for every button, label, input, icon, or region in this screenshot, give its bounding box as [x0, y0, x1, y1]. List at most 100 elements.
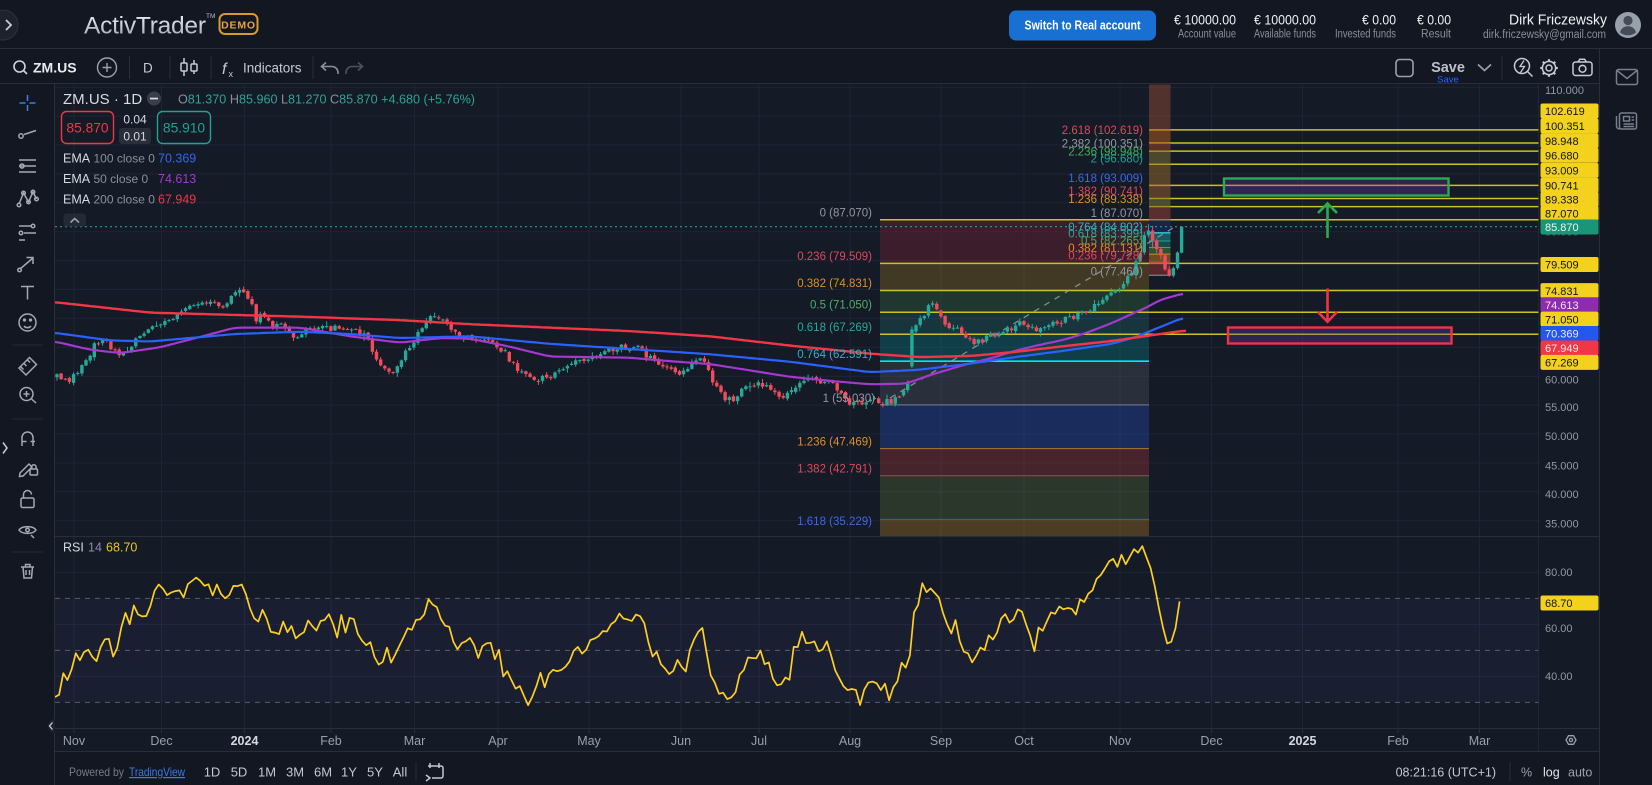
- svg-text:1D: 1D: [204, 765, 221, 780]
- svg-text:€ 0.00: € 0.00: [1362, 12, 1396, 28]
- svg-text:€ 10000.00: € 10000.00: [1174, 12, 1236, 28]
- svg-text:2.618 (102.619): 2.618 (102.619): [1062, 125, 1143, 137]
- svg-text:98.948: 98.948: [1545, 136, 1579, 148]
- svg-text:87.070: 87.070: [1545, 209, 1579, 221]
- svg-text:0.764 (62.591): 0.764 (62.591): [797, 349, 872, 361]
- svg-text:55.000: 55.000: [1545, 402, 1579, 414]
- svg-text:log: log: [1543, 766, 1560, 780]
- svg-text:Oct: Oct: [1014, 734, 1034, 748]
- svg-text:ActivTrader: ActivTrader: [84, 13, 206, 40]
- svg-text:79.509: 79.509: [1545, 260, 1579, 272]
- svg-text:0.382 (74.831): 0.382 (74.831): [797, 278, 872, 290]
- svg-text:08:21:16 (UTC+1): 08:21:16 (UTC+1): [1396, 766, 1496, 780]
- svg-text:Switch to Real account: Switch to Real account: [1025, 18, 1142, 33]
- svg-text:Sep: Sep: [930, 734, 952, 748]
- svg-text:1.618 (93.009): 1.618 (93.009): [1068, 173, 1143, 185]
- svg-text:O81.370 H85.960 L81.270 C85.87: O81.370 H85.960 L81.270 C85.870 +4.680 (…: [178, 93, 475, 107]
- svg-text:dirk.friczewsky@gmail.com: dirk.friczewsky@gmail.com: [1483, 29, 1606, 41]
- svg-text:1.618 (35.229): 1.618 (35.229): [797, 516, 872, 528]
- svg-text:Result: Result: [1421, 29, 1452, 41]
- svg-text:60.00: 60.00: [1545, 623, 1573, 635]
- svg-text:€ 0.00: € 0.00: [1417, 12, 1451, 28]
- svg-text:0.236 (79.509): 0.236 (79.509): [797, 251, 872, 263]
- svg-text:50.000: 50.000: [1545, 431, 1579, 443]
- svg-text:200 close 0: 200 close 0: [94, 193, 156, 207]
- svg-text:Account value: Account value: [1178, 29, 1236, 41]
- svg-text:14: 14: [88, 541, 102, 555]
- svg-text:1.236 (89.338): 1.236 (89.338): [1068, 194, 1143, 206]
- svg-text:Available funds: Available funds: [1254, 29, 1316, 41]
- svg-text:80.00: 80.00: [1545, 567, 1573, 579]
- svg-text:ZM.US · 1D: ZM.US · 1D: [63, 91, 142, 108]
- svg-text:90.741: 90.741: [1545, 181, 1579, 193]
- svg-text:May: May: [577, 734, 601, 748]
- svg-text:0 (77.460): 0 (77.460): [1091, 267, 1144, 279]
- svg-text:Dec: Dec: [150, 734, 172, 748]
- svg-text:TradingView: TradingView: [129, 765, 185, 779]
- svg-text:3M: 3M: [286, 765, 304, 780]
- svg-text:Invested funds: Invested funds: [1335, 29, 1396, 41]
- svg-text:1.382 (42.791): 1.382 (42.791): [797, 464, 872, 476]
- svg-text:100 close 0: 100 close 0: [94, 152, 156, 166]
- svg-text:EMA: EMA: [63, 193, 91, 207]
- svg-text:0.04: 0.04: [123, 113, 147, 127]
- svg-text:102.619: 102.619: [1545, 106, 1585, 118]
- svg-text:2 (96.680): 2 (96.680): [1091, 154, 1144, 166]
- svg-text:1.236 (47.469): 1.236 (47.469): [797, 437, 872, 449]
- svg-text:100.351: 100.351: [1545, 121, 1585, 133]
- svg-text:Dec: Dec: [1200, 734, 1222, 748]
- svg-text:ZM.US: ZM.US: [33, 60, 77, 76]
- svg-text:40.00: 40.00: [1545, 671, 1573, 683]
- svg-text:0.5 (71.050): 0.5 (71.050): [810, 300, 872, 312]
- svg-text:Feb: Feb: [320, 734, 342, 748]
- svg-text:35.000: 35.000: [1545, 518, 1579, 530]
- svg-text:96.680: 96.680: [1545, 151, 1579, 163]
- svg-text:Nov: Nov: [1109, 734, 1132, 748]
- svg-text:Mar: Mar: [1469, 734, 1491, 748]
- svg-text:85.870: 85.870: [66, 121, 109, 136]
- svg-text:40.000: 40.000: [1545, 489, 1579, 501]
- svg-text:0.236 (79.728): 0.236 (79.728): [1068, 251, 1143, 263]
- svg-text:74.613: 74.613: [1545, 300, 1579, 312]
- svg-text:70.369: 70.369: [1545, 329, 1579, 341]
- svg-text:85.910: 85.910: [163, 121, 206, 136]
- svg-text:€ 10000.00: € 10000.00: [1254, 12, 1316, 28]
- svg-text:Jun: Jun: [671, 734, 691, 748]
- svg-text:2024: 2024: [231, 734, 259, 748]
- svg-text:71.050: 71.050: [1545, 314, 1579, 326]
- svg-text:74.831: 74.831: [1545, 286, 1579, 298]
- svg-text:Apr: Apr: [488, 734, 507, 748]
- svg-text:x: x: [229, 69, 234, 79]
- svg-text:Mar: Mar: [404, 734, 426, 748]
- svg-text:Save: Save: [1437, 75, 1459, 86]
- svg-text:1M: 1M: [258, 765, 276, 780]
- svg-text:1Y: 1Y: [341, 765, 357, 780]
- svg-text:67.949: 67.949: [1545, 343, 1579, 355]
- svg-text:All: All: [393, 765, 408, 780]
- svg-text:0.618 (67.269): 0.618 (67.269): [797, 322, 872, 334]
- svg-text:Nov: Nov: [63, 734, 86, 748]
- svg-text:67.949: 67.949: [158, 193, 196, 207]
- svg-text:45.000: 45.000: [1545, 461, 1579, 473]
- svg-text:auto: auto: [1568, 766, 1592, 780]
- svg-text:93.009: 93.009: [1545, 166, 1579, 178]
- svg-text:Aug: Aug: [839, 734, 861, 748]
- svg-text:1 (55.030): 1 (55.030): [823, 393, 876, 405]
- svg-text:EMA: EMA: [63, 172, 91, 186]
- svg-text:Dirk Friczewsky: Dirk Friczewsky: [1509, 13, 1608, 29]
- svg-text:0 (87.070): 0 (87.070): [820, 208, 873, 220]
- svg-text:6M: 6M: [314, 765, 332, 780]
- svg-text:50 close 0: 50 close 0: [94, 172, 149, 186]
- svg-text:Indicators: Indicators: [243, 61, 302, 76]
- svg-text:D: D: [143, 61, 153, 76]
- svg-text:Feb: Feb: [1387, 734, 1409, 748]
- svg-text:68.70: 68.70: [1545, 598, 1573, 610]
- svg-text:%: %: [1521, 766, 1532, 780]
- svg-text:5D: 5D: [231, 765, 248, 780]
- svg-text:68.70: 68.70: [106, 541, 137, 555]
- svg-text:60.000: 60.000: [1545, 375, 1579, 387]
- svg-text:85.870: 85.870: [1545, 222, 1579, 234]
- svg-text:1 (87.070): 1 (87.070): [1091, 208, 1144, 220]
- svg-text:TM: TM: [206, 13, 215, 20]
- svg-text:2025: 2025: [1289, 734, 1317, 748]
